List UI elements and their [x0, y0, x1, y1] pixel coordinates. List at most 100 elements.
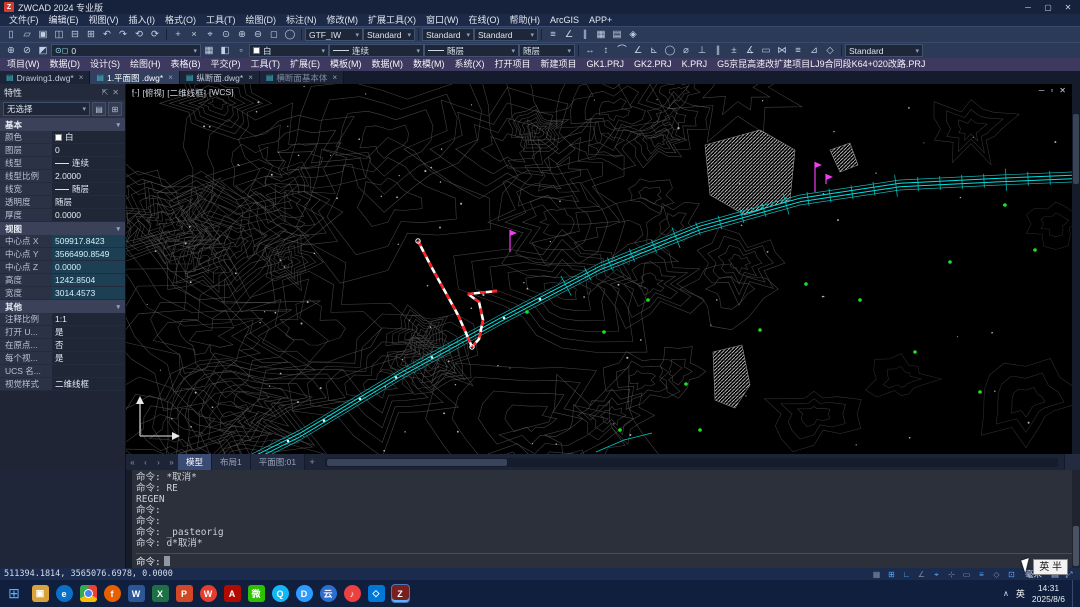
project-menu-item[interactable]: 表格(B) [166, 58, 206, 71]
status-toggle-icon[interactable]: ≡ [974, 569, 989, 580]
status-toggle-icon[interactable]: ⌖ [929, 569, 944, 580]
taskbar-app-icon[interactable]: W [200, 585, 217, 602]
taskbar-app-icon[interactable]: f [104, 585, 121, 602]
menu-item[interactable]: 文件(F) [4, 14, 44, 26]
status-toggle-icon[interactable]: ∠ [914, 569, 929, 580]
property-row[interactable]: 图层 0 [0, 144, 125, 157]
menu-item[interactable]: 工具(T) [201, 14, 241, 26]
taskbar-app-icon[interactable]: ◇ [368, 585, 385, 602]
toolbar-icon[interactable]: ⊿ [806, 44, 822, 58]
toolbar-icon[interactable]: ∥ [577, 28, 593, 42]
property-row[interactable]: 宽度 3014.4573 [0, 287, 125, 300]
menu-item[interactable]: 绘图(D) [241, 14, 282, 26]
tab-close-icon[interactable]: × [168, 73, 173, 82]
menu-item[interactable]: 编辑(E) [44, 14, 84, 26]
tab-nav-arrow-icon[interactable]: « [126, 458, 139, 467]
section-header-misc[interactable]: 其他▾ [0, 300, 125, 313]
project-menu-item[interactable]: K.PRJ [677, 58, 713, 71]
section-header-view[interactable]: 视图▾ [0, 222, 125, 235]
toolbar-icon[interactable]: ▣ [35, 28, 51, 42]
toolbar-icon[interactable]: ⊕ [3, 44, 19, 58]
project-menu-item[interactable]: 模板(M) [325, 58, 367, 71]
toolbar-icon[interactable]: ⊕ [234, 28, 250, 42]
project-menu-item[interactable]: G5京昆高速改扩建项目LJ9合同段K64+020改路.PRJ [712, 58, 930, 71]
canvas-horizontal-scrollbar[interactable] [325, 458, 1058, 467]
table-style-dropdown[interactable]: Standard▾ [422, 28, 474, 41]
menu-item[interactable]: 插入(I) [124, 14, 161, 26]
menu-item[interactable]: 扩展工具(X) [363, 14, 421, 26]
project-menu-item[interactable]: 数据(M) [367, 58, 409, 71]
tray-expand-icon[interactable]: ∧ [1003, 589, 1009, 598]
status-toggle-icon[interactable]: ⊡ [1004, 569, 1019, 580]
menu-item[interactable]: APP+ [584, 14, 617, 26]
menu-item[interactable]: 修改(M) [322, 14, 364, 26]
viewport-control-icon[interactable]: ─ [1039, 86, 1045, 95]
taskbar-app-icon[interactable]: ▣ [32, 585, 49, 602]
toolbar-icon[interactable]: ▤ [609, 28, 625, 42]
document-tab[interactable]: ▤ 横断面基本体 × [260, 71, 344, 84]
toolbar-icon[interactable]: ⊟ [67, 28, 83, 42]
toolbar-icon[interactable]: ⊙ [218, 28, 234, 42]
property-row[interactable]: UCS 名... [0, 365, 125, 378]
layout-tab[interactable]: 布局1 [212, 454, 251, 470]
layout-tab[interactable]: 模型 [178, 454, 212, 470]
tab-nav-arrow-icon[interactable]: › [152, 458, 165, 467]
start-button[interactable]: ⊞ [0, 585, 28, 602]
layer-dropdown[interactable]: ⊙◻ 0 ▾ [51, 44, 201, 57]
command-input[interactable]: 命令: [136, 553, 1072, 568]
taskbar-app-icon[interactable]: X [152, 585, 169, 602]
toolbar-icon[interactable]: ↶ [99, 28, 115, 42]
property-row[interactable]: 高度 1242.8504 [0, 274, 125, 287]
quick-select-icon[interactable]: ▤ [92, 102, 106, 116]
taskbar-app-icon[interactable] [80, 585, 97, 602]
menu-item[interactable]: 帮助(H) [505, 14, 546, 26]
mleader-style-dropdown[interactable]: Standard▾ [474, 28, 538, 41]
menu-item[interactable]: ArcGIS [545, 14, 584, 26]
property-row[interactable]: 中心点 Z 0.0000 [0, 261, 125, 274]
close-icon[interactable]: ✕ [110, 88, 121, 97]
toolbar-icon[interactable]: ≡ [545, 28, 561, 42]
taskbar-app-icon[interactable]: D [296, 585, 313, 602]
linetype-dropdown[interactable]: 连续 ▾ [329, 44, 424, 57]
taskbar-app-icon[interactable]: Z [392, 585, 409, 602]
property-row[interactable]: 中心点 Y 3566490.8549 [0, 248, 125, 261]
status-toggle-icon[interactable]: ▭ [959, 569, 974, 580]
command-scrollbar[interactable] [1072, 470, 1080, 568]
toolbar-icon[interactable]: ◧ [217, 44, 233, 58]
status-toggle-icon[interactable]: ∟ [899, 569, 914, 580]
toolbar-icon[interactable]: ⋈ [774, 44, 790, 58]
section-header-basic[interactable]: 基本▾ [0, 118, 125, 131]
toolbar-icon[interactable]: ⊞ [83, 28, 99, 42]
toolbar-icon[interactable]: ∡ [742, 44, 758, 58]
property-row[interactable]: 注释比例 1:1 [0, 313, 125, 326]
toolbar-icon[interactable]: ◻ [266, 28, 282, 42]
project-menu-item[interactable]: 打开项目 [490, 58, 536, 71]
document-tab[interactable]: ▤ 纵断面.dwg* × [180, 71, 260, 84]
taskbar-app-icon[interactable]: Q [272, 585, 289, 602]
tab-close-icon[interactable]: × [248, 73, 253, 82]
property-row[interactable]: 透明度 随层 [0, 196, 125, 209]
toolbar-icon[interactable]: ◩ [35, 44, 51, 58]
project-menu-item[interactable]: 工具(T) [246, 58, 286, 71]
property-row[interactable]: 视觉样式 二维线框 [0, 378, 125, 391]
toolbar-icon[interactable]: ∥ [710, 44, 726, 58]
command-text-area[interactable]: 命令: *取消*命令: REREGEN命令:命令:命令: _pasteorig命… [132, 470, 1072, 568]
add-layout-icon[interactable]: + [305, 457, 319, 467]
close-button[interactable]: ✕ [1058, 0, 1078, 14]
taskbar-app-icon[interactable]: W [128, 585, 145, 602]
project-menu-item[interactable]: 扩展(E) [285, 58, 325, 71]
menu-item[interactable]: 格式(O) [160, 14, 201, 26]
dim-style-dropdown[interactable]: Standard▾ [363, 28, 415, 41]
property-row[interactable]: 线型 连续 [0, 157, 125, 170]
viewport-label-item[interactable]: [-] [132, 87, 140, 99]
show-desktop-button[interactable] [1072, 580, 1076, 607]
document-tab[interactable]: ▤ Drawing1.dwg* × [0, 71, 90, 84]
viewport-label-item[interactable]: [WCS] [209, 87, 234, 99]
property-row[interactable]: 线宽 随层 [0, 183, 125, 196]
toolbar-icon[interactable]: ◈ [625, 28, 641, 42]
toolbar-icon[interactable]: ⌒ [614, 44, 630, 58]
tab-nav-arrow-icon[interactable]: » [165, 458, 178, 467]
toolbar-icon[interactable]: ⊾ [646, 44, 662, 58]
taskbar-app-icon[interactable]: P [176, 585, 193, 602]
toggle-pickadd-icon[interactable]: ⊞ [108, 102, 122, 116]
